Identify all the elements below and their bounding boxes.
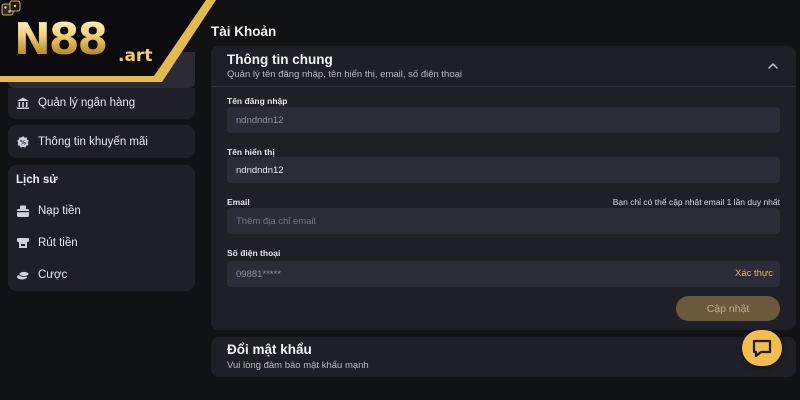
- display-name-label: Tên hiển thị: [227, 147, 275, 157]
- email-field[interactable]: [227, 208, 780, 234]
- sidebar-item-deposit[interactable]: Nạp tiền: [16, 204, 81, 218]
- general-info-title: Thông tin chung: [227, 52, 333, 67]
- sidebar-item-label: Quản lý ngân hàng: [38, 97, 136, 109]
- display-name-field[interactable]: [227, 157, 780, 183]
- sidebar-item-promotions[interactable]: % Thông tin khuyến mãi: [16, 135, 148, 149]
- sidebar-item-label: Thông tin khuyến mãi: [38, 136, 148, 148]
- change-password-title: Đổi mật khẩu: [227, 342, 312, 357]
- panel-divider: [211, 86, 796, 87]
- verify-phone-link[interactable]: Xác thực: [735, 268, 773, 279]
- brand-logo[interactable]: N88 .art: [0, 0, 220, 82]
- promo-icon: %: [16, 135, 30, 149]
- bet-icon: [16, 268, 30, 282]
- username-field[interactable]: [227, 107, 780, 133]
- general-info-panel: [211, 46, 796, 330]
- sidebar-item-label: Rút tiền: [38, 237, 78, 249]
- page-title: Tài Khoản: [211, 24, 277, 39]
- general-info-subtitle: Quản lý tên đăng nhập, tên hiển thị, ema…: [227, 69, 463, 80]
- chevron-up-icon[interactable]: [765, 58, 781, 74]
- dice-icon: [1, 0, 21, 16]
- phone-label: Số điện thoại: [227, 248, 281, 258]
- update-button[interactable]: Cập nhật: [676, 296, 780, 321]
- bank-icon: [16, 96, 30, 110]
- withdraw-icon: [16, 236, 30, 250]
- deposit-icon: [16, 204, 30, 218]
- username-label: Tên đăng nhập: [227, 96, 288, 106]
- sidebar-item-label: Cược: [38, 269, 68, 281]
- live-chat-button[interactable]: [742, 330, 782, 366]
- change-password-subtitle: Vui lòng đảm bảo mật khẩu mạnh: [227, 360, 369, 371]
- sidebar-item-label: Nạp tiền: [38, 205, 81, 217]
- chat-icon: [752, 339, 772, 358]
- sidebar-item-bank[interactable]: Quản lý ngân hàng: [16, 96, 135, 110]
- email-label: Email: [227, 197, 250, 207]
- email-note: Bạn chỉ có thể cập nhật email 1 lần duy …: [612, 197, 780, 207]
- sidebar-item-withdraw[interactable]: Rút tiền: [16, 236, 78, 250]
- phone-field[interactable]: [227, 261, 780, 287]
- logo-wordmark: N88: [14, 14, 108, 65]
- history-heading: Lịch sử: [16, 174, 58, 186]
- sidebar-item-bet[interactable]: Cược: [16, 268, 67, 282]
- svg-text:%: %: [20, 139, 26, 146]
- logo-suffix: .art: [118, 46, 153, 66]
